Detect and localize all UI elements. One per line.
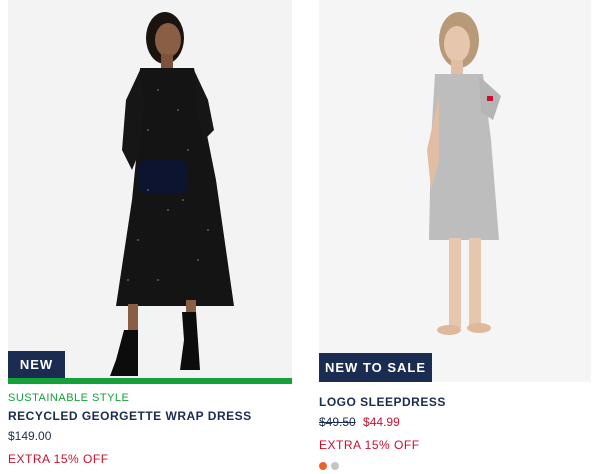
color-swatches [319, 462, 591, 470]
sale-price: $44.99 [363, 415, 400, 429]
model-in-grey-sleepdress-image [319, 0, 591, 382]
product-image-sleepdress[interactable]: NEW TO SALE [319, 0, 591, 382]
new-badge: NEW [8, 351, 65, 378]
product-title-link[interactable]: LOGO SLEEPDRESS [319, 395, 591, 409]
swatch-orange[interactable] [319, 462, 327, 470]
swatch-grey[interactable] [331, 462, 339, 470]
product-price: $149.00 [8, 429, 52, 443]
product-title-link[interactable]: RECYCLED GEORGETTE WRAP DRESS [8, 409, 292, 423]
promo-label: EXTRA 15% OFF [8, 452, 109, 466]
sustainable-style-label: SUSTAINABLE STYLE [8, 392, 130, 404]
product-card-wrap-dress[interactable]: NEW SUSTAINABLE STYLE RECYCLED GEORGETTE… [8, 0, 292, 466]
new-to-sale-badge: NEW TO SALE [319, 353, 432, 382]
sustainable-indicator-bar [8, 378, 292, 384]
promo-label: EXTRA 15% OFF [319, 438, 420, 452]
product-card-sleepdress[interactable]: NEW TO SALE LOGO SLEEPDRESS $49.50 $44.9… [319, 0, 591, 470]
model-in-black-dress-image [8, 0, 292, 378]
product-price: $49.50 $44.99 [319, 415, 591, 429]
original-price: $49.50 [319, 415, 356, 429]
product-image-wrap-dress[interactable]: NEW [8, 0, 292, 378]
